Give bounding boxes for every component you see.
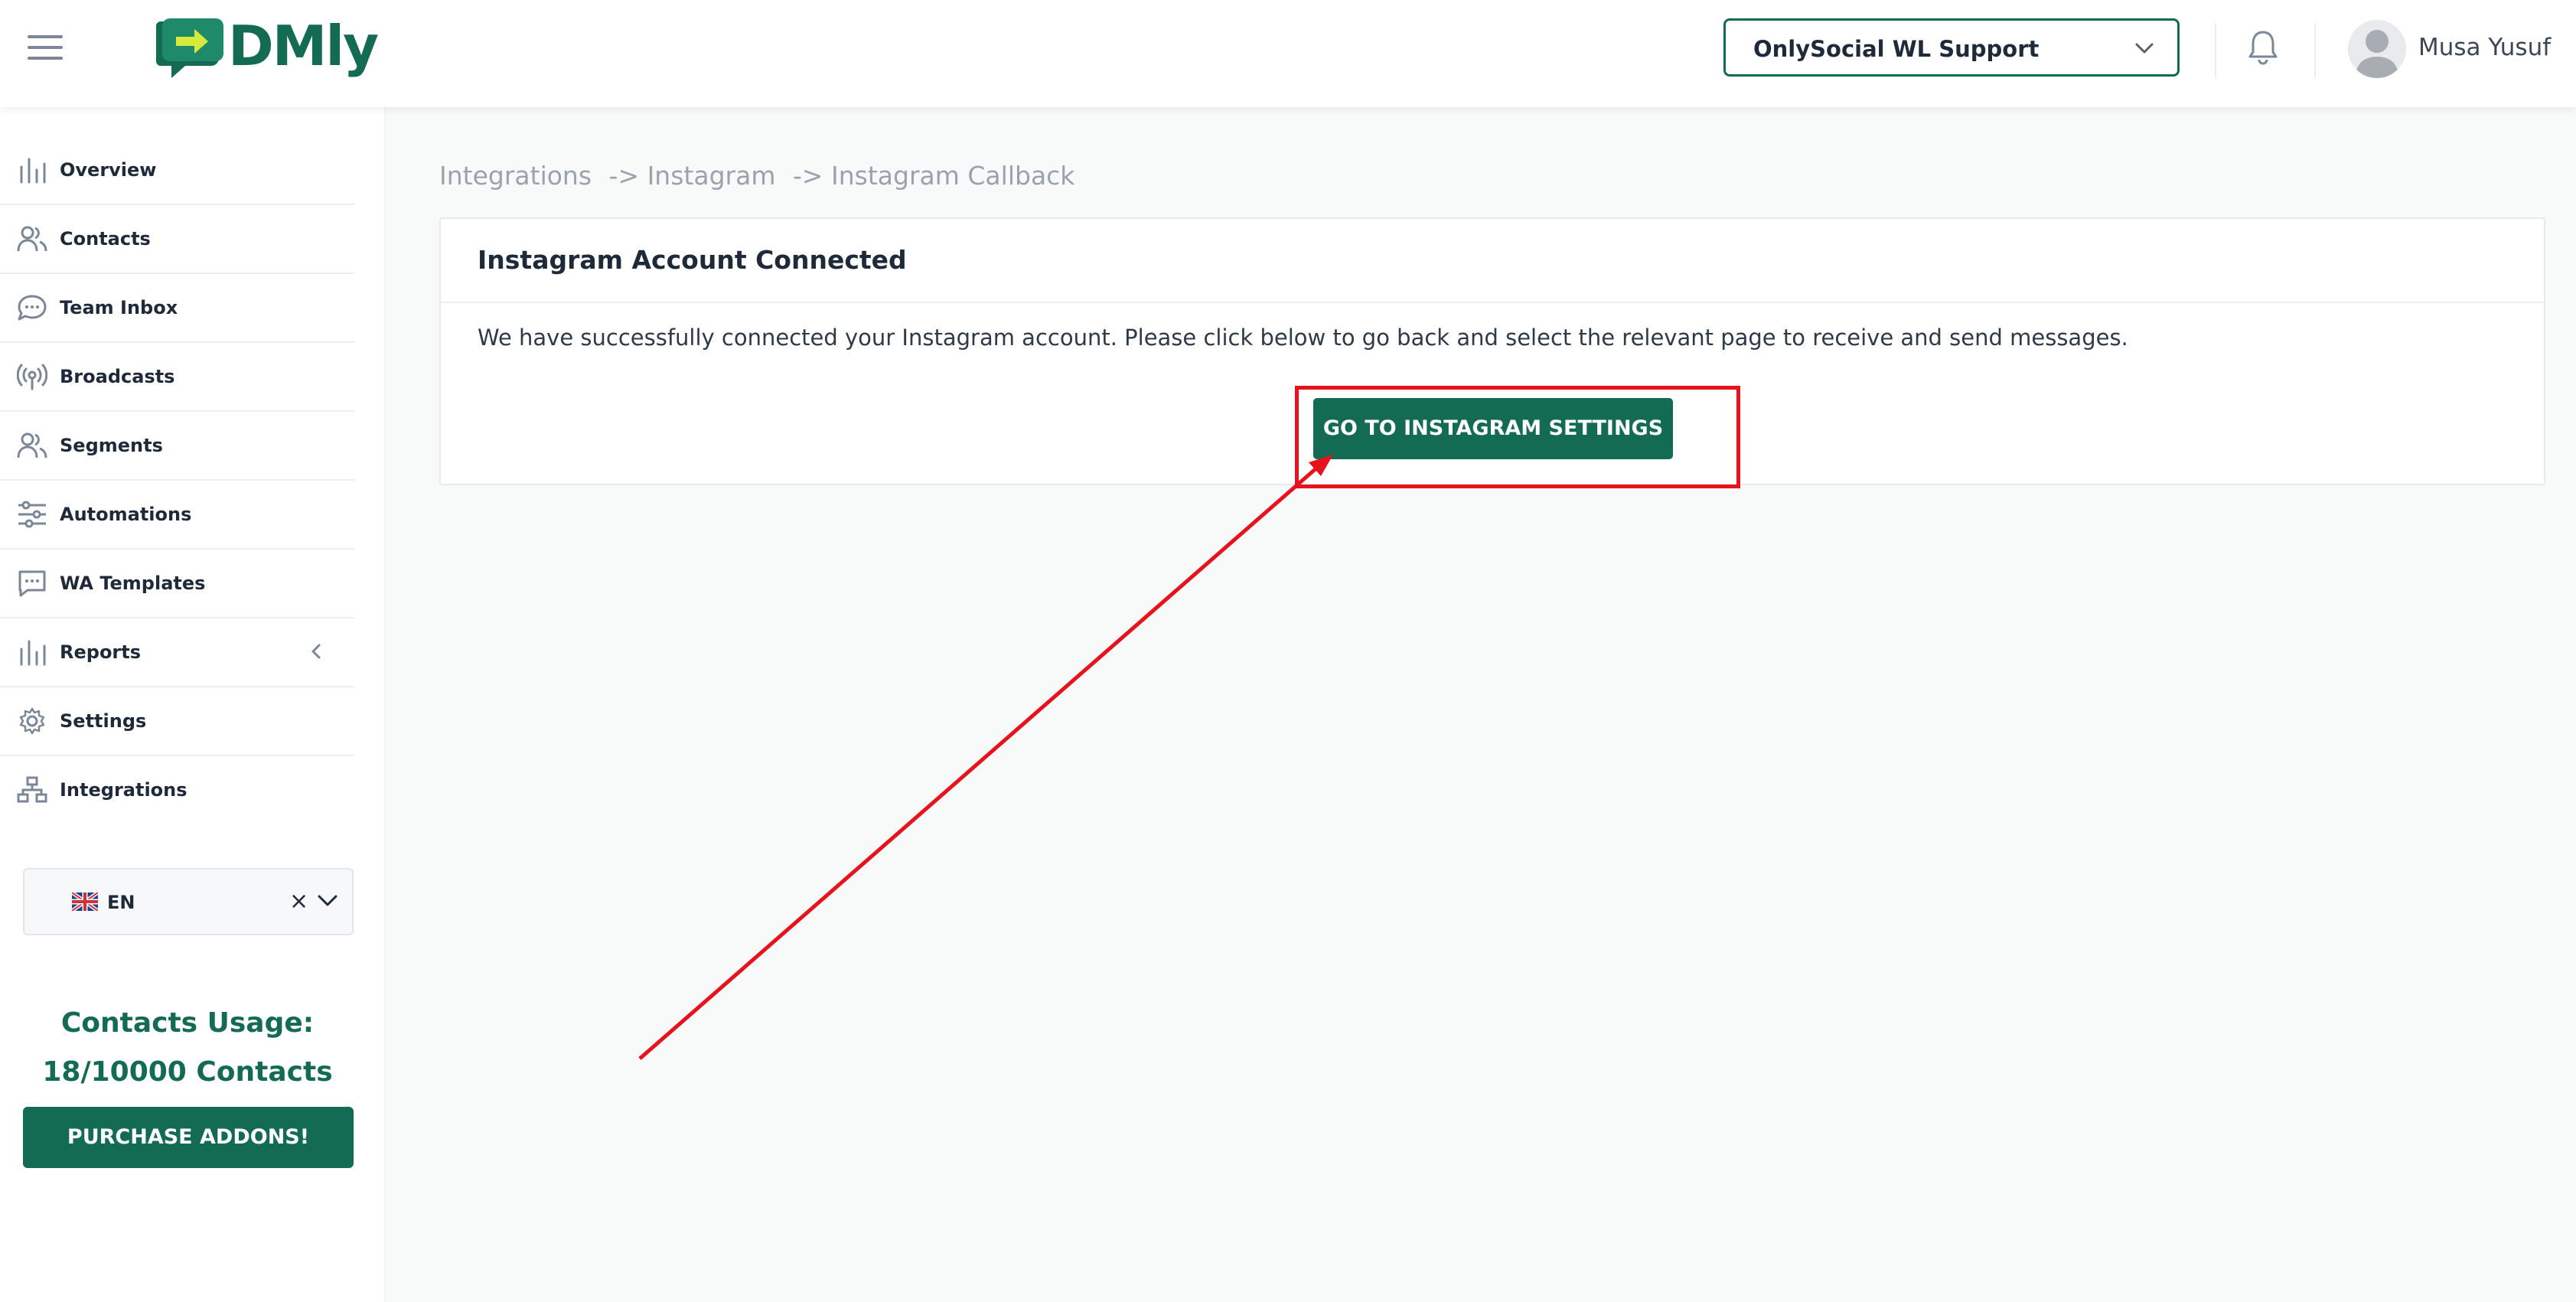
sidebar-nav: Overview Contacts Team Inbox Broadcasts [0, 136, 355, 824]
purchase-addons-button[interactable]: PURCHASE ADDONS! [23, 1107, 354, 1168]
contacts-usage-value: 18/10000 Contacts [42, 1056, 333, 1088]
sidebar-item-label: Overview [60, 159, 157, 181]
sidebar-item-integrations[interactable]: Integrations [0, 756, 355, 824]
user-name[interactable]: Musa Yusuf [2418, 34, 2551, 61]
sidebar-item-label: Settings [60, 710, 147, 732]
sidebar-item-wa-templates[interactable]: WA Templates [0, 550, 355, 618]
users-icon [17, 432, 47, 458]
brand-logo[interactable]: DMly [155, 14, 379, 80]
sidebar-item-label: Team Inbox [60, 297, 178, 318]
bar-chart-icon [20, 640, 46, 666]
sidebar-item-automations[interactable]: Automations [0, 481, 355, 550]
user-avatar-icon [2356, 30, 2398, 78]
message-square-icon [18, 570, 46, 597]
sidebar-item-overview[interactable]: Overview [0, 136, 355, 205]
sidebar-item-label: WA Templates [60, 573, 206, 594]
card-message: We have successfully connected your Inst… [478, 325, 2128, 351]
card-header: Instagram Account Connected [441, 219, 2544, 303]
account-selector-label: OnlySocial WL Support [1753, 36, 2040, 62]
sidebar-item-contacts[interactable]: Contacts [0, 205, 355, 274]
chevron-left-icon[interactable] [311, 643, 321, 660]
card-title: Instagram Account Connected [478, 245, 907, 275]
contacts-usage-title: Contacts Usage: [60, 1007, 315, 1039]
brand-name: DMly [228, 14, 379, 78]
avatar[interactable] [2348, 20, 2406, 78]
language-code: EN [107, 892, 135, 913]
broadcast-icon [17, 364, 47, 390]
top-header: DMly OnlySocial WL Support Musa Yusuf [0, 0, 2576, 107]
sidebar-item-label: Integrations [60, 779, 187, 801]
uk-flag-icon [72, 892, 98, 911]
sidebar-item-reports[interactable]: Reports [0, 618, 355, 687]
annotation-arrow [638, 455, 1333, 1060]
menu-icon[interactable] [28, 35, 63, 61]
sidebar-item-label: Segments [60, 435, 163, 456]
clear-icon[interactable]: × [289, 888, 308, 915]
breadcrumb-item: -> Instagram Callback [792, 161, 1075, 191]
network-icon [17, 776, 47, 803]
annotation-highlight-box [1295, 386, 1740, 488]
account-selector[interactable]: OnlySocial WL Support [1723, 18, 2180, 77]
header-divider [2215, 23, 2216, 78]
sliders-icon [18, 501, 46, 528]
header-divider [2314, 23, 2316, 78]
gear-icon [19, 707, 45, 735]
sidebar-item-label: Automations [60, 504, 192, 525]
breadcrumb: Integrations -> Instagram -> Instagram C… [439, 161, 1084, 191]
chevron-down-icon [2135, 43, 2154, 54]
bar-chart-icon [20, 158, 46, 184]
breadcrumb-item[interactable]: Integrations [439, 161, 592, 191]
breadcrumb-item[interactable]: -> Instagram [609, 161, 776, 191]
sidebar-item-settings[interactable]: Settings [0, 687, 355, 756]
language-selector[interactable]: EN × [23, 868, 354, 935]
sidebar-item-label: Broadcasts [60, 366, 175, 387]
sidebar-item-broadcasts[interactable]: Broadcasts [0, 343, 355, 412]
chevron-down-icon[interactable] [317, 892, 338, 908]
chat-bubble-icon [18, 295, 47, 321]
bell-icon[interactable] [2247, 29, 2279, 66]
users-icon [17, 226, 47, 252]
sidebar: Overview Contacts Team Inbox Broadcasts [0, 107, 385, 1302]
sidebar-item-segments[interactable]: Segments [0, 412, 355, 481]
logo-icon [156, 18, 223, 78]
sidebar-item-label: Contacts [60, 228, 151, 250]
sidebar-item-team-inbox[interactable]: Team Inbox [0, 274, 355, 343]
sidebar-item-label: Reports [60, 641, 142, 663]
